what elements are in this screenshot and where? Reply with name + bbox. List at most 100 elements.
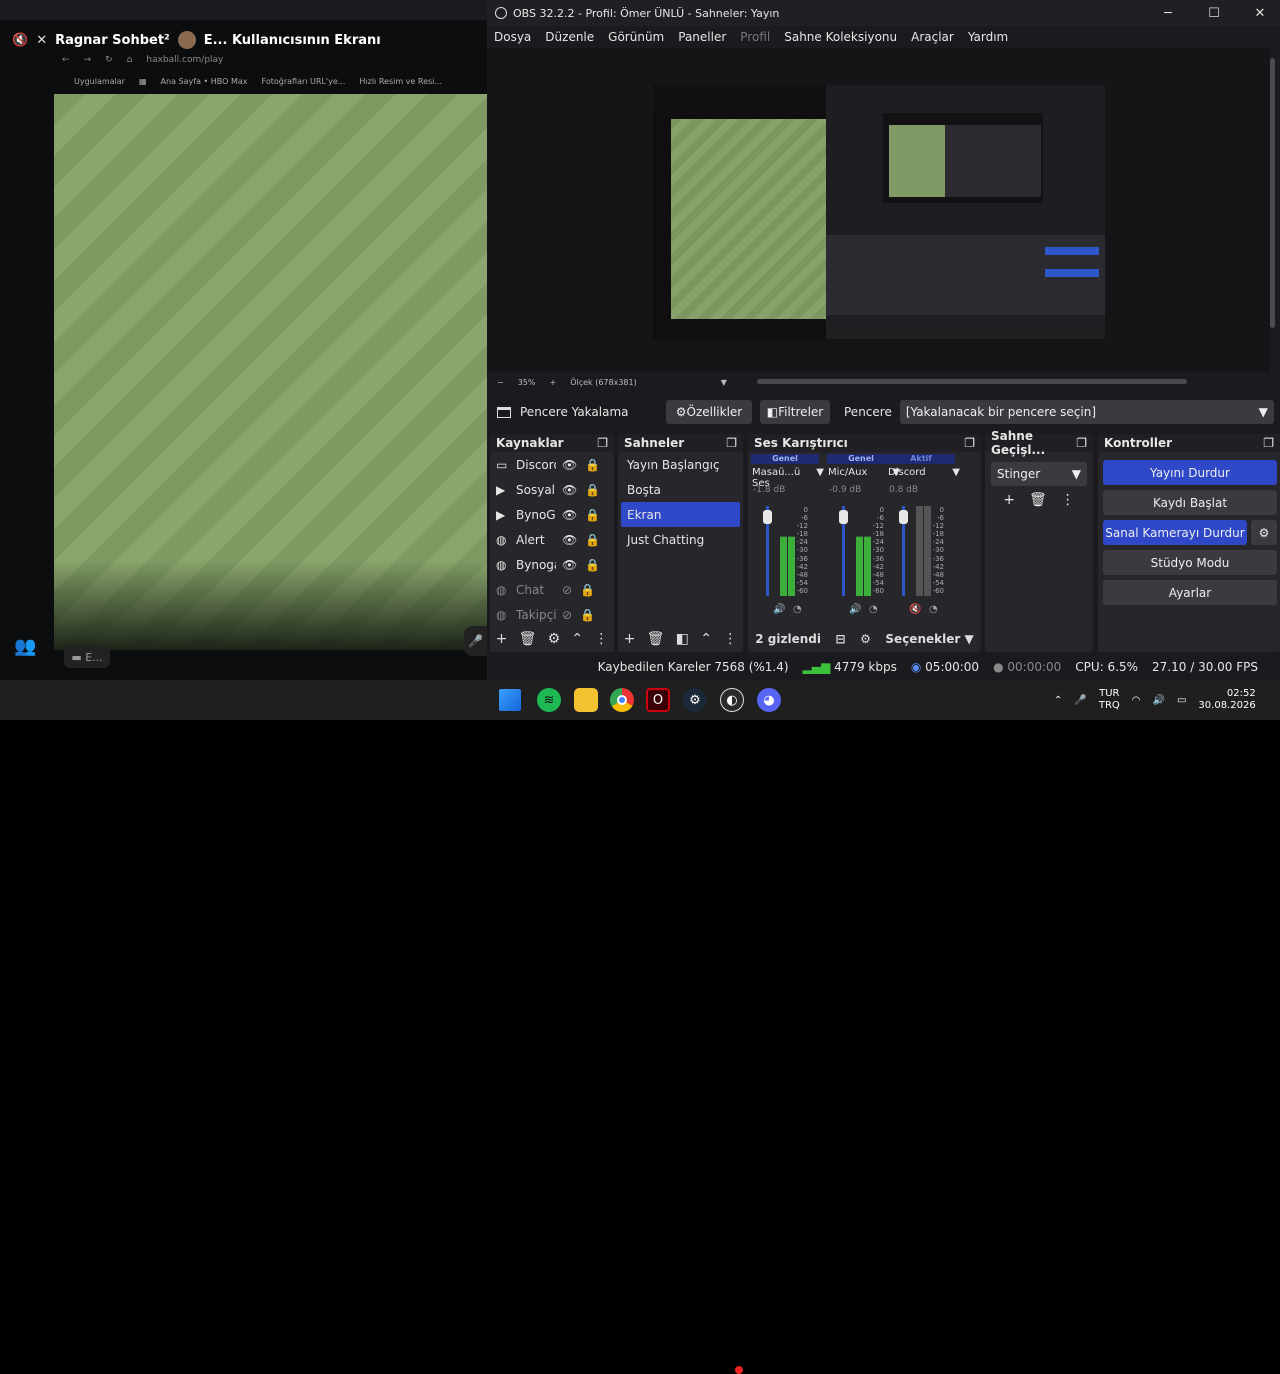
eye-icon[interactable]: 👁 <box>562 458 577 472</box>
source-item[interactable]: ◍ Bynogar 👁 🔒 <box>490 552 614 577</box>
language-indicator[interactable]: TUR TRQ <box>1099 688 1120 712</box>
file-explorer-icon[interactable] <box>574 688 598 712</box>
layout-icon[interactable]: ⊟ <box>836 632 846 646</box>
minimize-button[interactable]: ─ <box>1148 6 1188 21</box>
monitor-icon[interactable]: ◔ <box>793 604 802 615</box>
monitor-icon[interactable]: ◔ <box>929 604 938 615</box>
fader-knob[interactable] <box>899 510 908 524</box>
fader-knob[interactable] <box>763 510 772 524</box>
eye-icon[interactable]: 👁 <box>562 558 577 572</box>
options-button[interactable]: Seçenekler ▼ <box>885 632 973 646</box>
horizontal-scrollbar[interactable] <box>757 379 1187 384</box>
eye-icon[interactable]: 👁 <box>562 508 577 522</box>
opera-icon[interactable]: O <box>646 688 670 712</box>
windows-start-icon[interactable] <box>499 689 521 711</box>
add-scene-button[interactable]: + <box>624 631 636 647</box>
stop-stream-button[interactable]: Yayını Durdur <box>1103 460 1277 485</box>
lock-icon[interactable]: 🔒 <box>585 533 600 547</box>
chevron-down-icon[interactable]: ▼ <box>721 378 727 387</box>
menu-araclar[interactable]: Araçlar <box>911 30 954 44</box>
mic-icon[interactable]: 🎤 <box>1074 695 1086 706</box>
lock-icon[interactable]: 🔒 <box>580 608 595 622</box>
undock-icon[interactable]: ❐ <box>964 436 975 450</box>
undock-icon[interactable]: ❐ <box>1263 436 1274 450</box>
source-item[interactable]: ▶ BynoGa 👁 🔒 <box>490 502 614 527</box>
undock-icon[interactable]: ❐ <box>1076 436 1087 450</box>
zoom-out-button[interactable]: − <box>497 378 504 387</box>
undock-icon[interactable]: ❐ <box>726 436 737 450</box>
source-item[interactable]: ◍ Chat ⊘ 🔒 <box>490 577 614 602</box>
more-icon[interactable]: ⋮ <box>723 631 737 647</box>
hidden-count[interactable]: 2 gizlendi <box>755 632 821 646</box>
lock-icon[interactable]: 🔒 <box>585 558 600 572</box>
menu-gorunum[interactable]: Görünüm <box>608 30 664 44</box>
source-item[interactable]: ▶ Sosyal M 👁 🔒 <box>490 477 614 502</box>
eye-icon[interactable]: ⊘ <box>562 608 572 622</box>
preview-vertical-scrollbar[interactable] <box>1268 48 1278 374</box>
trash-icon[interactable]: 🗑 <box>1029 492 1047 508</box>
lock-icon[interactable]: 🔒 <box>585 483 600 497</box>
scene-item[interactable]: Yayın Başlangıç <box>621 452 740 477</box>
transition-select[interactable]: Stinger ▼ <box>991 462 1087 486</box>
filter-icon[interactable]: ◧ <box>676 631 689 647</box>
speaker-muted-icon[interactable]: 🔇 <box>12 33 28 48</box>
gear-icon[interactable]: ⚙ <box>548 631 561 647</box>
close-button[interactable]: ✕ <box>1240 6 1280 21</box>
chevron-up-icon[interactable]: ⌃ <box>1054 695 1062 706</box>
source-item[interactable]: ◍ Alert 👁 🔒 <box>490 527 614 552</box>
eye-icon[interactable]: ⊘ <box>562 583 572 597</box>
fader-knob[interactable] <box>839 510 848 524</box>
maximize-button[interactable]: ☐ <box>1194 6 1234 21</box>
add-friend-icon[interactable]: 👥 <box>14 636 36 657</box>
window-select[interactable]: [Yakalanacak bir pencere seçin] ▼ <box>899 400 1274 424</box>
studio-mode-button[interactable]: Stüdyo Modu <box>1103 550 1277 575</box>
undock-icon[interactable]: ❐ <box>597 436 608 450</box>
monitor-icon[interactable]: ◔ <box>869 604 878 615</box>
spotify-icon[interactable]: ≋ <box>537 688 561 712</box>
add-transition-button[interactable]: + <box>1003 492 1015 508</box>
settings-button[interactable]: Ayarlar <box>1103 580 1277 605</box>
filters-button[interactable]: ◧ Filtreler <box>760 400 830 424</box>
gear-icon[interactable]: ⚙ <box>860 632 871 646</box>
trash-icon[interactable]: 🗑 <box>647 631 665 647</box>
menu-sahne-koleksiyonu[interactable]: Sahne Koleksiyonu <box>784 30 897 44</box>
more-icon[interactable]: ⋮ <box>1061 492 1075 508</box>
source-item[interactable]: ▭ Discord 👁 🔒 <box>490 452 614 477</box>
source-item[interactable]: ◍ Takipçi ⊘ 🔒 <box>490 602 614 627</box>
obs-taskbar-icon[interactable]: ◐ <box>720 688 744 712</box>
lock-icon[interactable]: 🔒 <box>580 583 595 597</box>
battery-icon[interactable]: ▭ <box>1177 695 1186 706</box>
lock-icon[interactable]: 🔒 <box>585 458 600 472</box>
add-source-button[interactable]: + <box>496 631 508 647</box>
menu-profil[interactable]: Profil <box>740 30 770 44</box>
steam-icon[interactable]: ⚙ <box>683 688 707 712</box>
clock[interactable]: 02:52 30.08.2026 <box>1198 688 1255 712</box>
speaker-icon[interactable]: 🔊 <box>773 604 785 615</box>
eye-icon[interactable]: 👁 <box>562 483 577 497</box>
scale-label[interactable]: Ölçek (678x381) <box>570 378 637 387</box>
discord-taskbar-icon[interactable]: ◕ <box>757 688 781 712</box>
speaker-icon[interactable]: 🔊 <box>849 604 861 615</box>
menu-duzenle[interactable]: Düzenle <box>545 30 594 44</box>
speaker-muted-icon[interactable]: 🔇 <box>909 604 921 615</box>
close-x-icon[interactable]: ✕ <box>36 33 47 48</box>
properties-button[interactable]: ⚙ Özellikler <box>666 400 752 424</box>
eye-icon[interactable]: 👁 <box>562 533 577 547</box>
virtual-camera-settings-button[interactable]: ⚙ <box>1251 520 1277 545</box>
wifi-icon[interactable]: ◠ <box>1132 695 1141 706</box>
scene-item[interactable]: Boşta <box>621 477 740 502</box>
stop-virtual-camera-button[interactable]: Sanal Kamerayı Durdur <box>1103 520 1247 545</box>
mic-button[interactable]: 🎤 <box>464 626 487 656</box>
channel-name[interactable]: Discord ▼ <box>888 467 960 478</box>
zoom-in-button[interactable]: + <box>549 378 556 387</box>
trash-icon[interactable]: 🗑 <box>519 631 537 647</box>
menu-dosya[interactable]: Dosya <box>494 30 531 44</box>
scene-item[interactable]: Ekran <box>621 502 740 527</box>
menu-yardim[interactable]: Yardım <box>968 30 1008 44</box>
more-icon[interactable]: ⋮ <box>594 631 608 647</box>
menu-paneller[interactable]: Paneller <box>678 30 726 44</box>
start-recording-button[interactable]: Kaydı Başlat <box>1103 490 1277 515</box>
volume-icon[interactable]: 🔊 <box>1153 695 1165 706</box>
chrome-icon[interactable] <box>610 688 634 712</box>
lock-icon[interactable]: 🔒 <box>585 508 600 522</box>
